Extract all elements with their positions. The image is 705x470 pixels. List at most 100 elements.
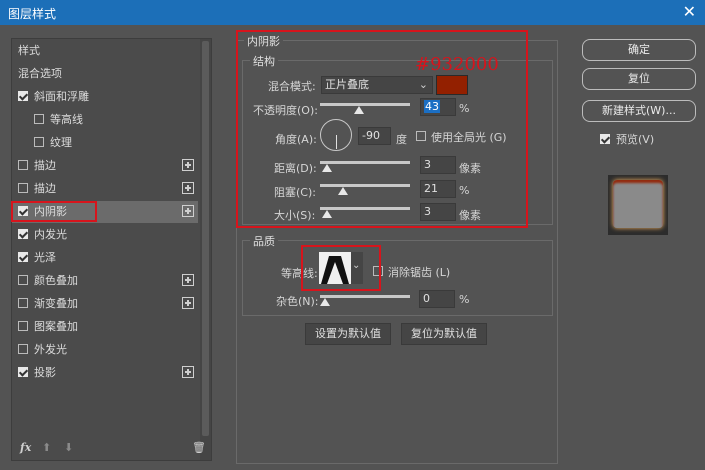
- style-checkbox[interactable]: [18, 298, 28, 308]
- inner-shadow-title: 内阴影: [244, 33, 283, 49]
- style-item[interactable]: 外发光: [12, 339, 198, 361]
- style-item-label: 投影: [34, 366, 56, 379]
- style-checkbox[interactable]: [18, 367, 28, 377]
- global-light-label: 使用全局光 (G): [431, 131, 507, 144]
- style-item-label: 混合选项: [18, 67, 62, 80]
- style-item[interactable]: 斜面和浮雕: [12, 86, 198, 108]
- preview-label: 预览(V): [616, 133, 655, 146]
- styles-footer: fx ⬆ ⬇ 🗑: [12, 438, 206, 460]
- choke-unit: %: [459, 184, 470, 197]
- style-checkbox[interactable]: [34, 114, 44, 124]
- new-style-button[interactable]: 新建样式(W)...: [582, 100, 696, 122]
- opacity-slider-thumb[interactable]: [353, 106, 364, 114]
- antialias-checkbox[interactable]: [373, 266, 383, 276]
- style-item[interactable]: 描边: [12, 155, 198, 177]
- add-instance-icon[interactable]: [182, 159, 194, 171]
- style-checkbox[interactable]: [18, 229, 28, 239]
- style-item-label: 图案叠加: [34, 320, 78, 333]
- style-checkbox[interactable]: [18, 206, 28, 216]
- contour-picker[interactable]: ⌄: [319, 252, 363, 284]
- add-instance-icon[interactable]: [182, 366, 194, 378]
- size-unit: 像素: [459, 209, 481, 222]
- style-item[interactable]: 内阴影: [12, 201, 198, 223]
- size-input[interactable]: 3: [420, 203, 456, 221]
- blend-mode-select[interactable]: 正片叠底 ⌄: [321, 76, 433, 94]
- style-item-label: 等高线: [50, 113, 83, 126]
- choke-input[interactable]: 21: [420, 180, 456, 198]
- choke-label: 阻塞(C):: [274, 186, 316, 199]
- noise-slider-track[interactable]: [320, 295, 410, 298]
- contour-dropdown-button[interactable]: ⌄: [351, 252, 363, 284]
- style-checkbox[interactable]: [18, 160, 28, 170]
- move-up-icon[interactable]: ⬆: [42, 441, 51, 454]
- fx-icon[interactable]: fx: [20, 441, 31, 454]
- style-item-label: 外发光: [34, 343, 67, 356]
- distance-input[interactable]: 3: [420, 156, 456, 174]
- style-item[interactable]: 等高线: [12, 109, 198, 131]
- window-title: 图层样式: [8, 7, 57, 21]
- styles-scrollbar[interactable]: [200, 39, 211, 460]
- style-item[interactable]: 图案叠加: [12, 316, 198, 338]
- reset-button[interactable]: 复位: [582, 68, 696, 90]
- set-default-button[interactable]: 设置为默认值: [305, 323, 391, 345]
- distance-unit: 像素: [459, 162, 481, 175]
- contour-preview: [319, 252, 351, 284]
- style-checkbox[interactable]: [18, 252, 28, 262]
- scroll-thumb[interactable]: [202, 41, 209, 436]
- distance-slider-track[interactable]: [320, 161, 410, 164]
- opacity-slider-track[interactable]: [320, 103, 410, 106]
- add-instance-icon[interactable]: [182, 182, 194, 194]
- angle-dial[interactable]: [320, 119, 352, 151]
- distance-value: 3: [424, 158, 431, 171]
- add-instance-icon[interactable]: [182, 205, 194, 217]
- style-checkbox[interactable]: [18, 344, 28, 354]
- style-item[interactable]: 混合选项: [12, 63, 198, 85]
- style-item-label: 光泽: [34, 251, 56, 264]
- distance-slider-thumb[interactable]: [322, 164, 332, 172]
- opacity-value: 43: [424, 100, 440, 113]
- size-slider-thumb[interactable]: [322, 210, 332, 218]
- annotation-color-text: #932000: [415, 54, 499, 75]
- style-item[interactable]: 渐变叠加: [12, 293, 198, 315]
- style-item[interactable]: 纹理: [12, 132, 198, 154]
- choke-slider-track[interactable]: [320, 184, 410, 187]
- reset-default-button[interactable]: 复位为默认值: [401, 323, 487, 345]
- style-checkbox[interactable]: [18, 321, 28, 331]
- style-preview: [608, 175, 668, 235]
- style-checkbox[interactable]: [34, 137, 44, 147]
- style-item[interactable]: 投影: [12, 362, 198, 384]
- style-checkbox[interactable]: [18, 183, 28, 193]
- style-item-label: 内发光: [34, 228, 67, 241]
- ok-button[interactable]: 确定: [582, 39, 696, 61]
- style-item-label: 颜色叠加: [34, 274, 78, 287]
- chevron-down-icon: ⌄: [418, 78, 428, 91]
- global-light-checkbox[interactable]: [416, 131, 426, 141]
- close-icon[interactable]: ✕: [683, 2, 696, 21]
- quality-title: 品质: [250, 233, 278, 249]
- size-slider-track[interactable]: [320, 207, 410, 210]
- style-checkbox[interactable]: [18, 275, 28, 285]
- style-item[interactable]: 内发光: [12, 224, 198, 246]
- opacity-input[interactable]: 43: [420, 98, 456, 116]
- style-item-label: 描边: [34, 182, 56, 195]
- style-item[interactable]: 光泽: [12, 247, 198, 269]
- style-item[interactable]: 样式: [12, 40, 198, 62]
- style-checkbox[interactable]: [18, 91, 28, 101]
- angle-value: -90: [362, 129, 380, 142]
- style-item-label: 描边: [34, 159, 56, 172]
- shadow-color-swatch[interactable]: [436, 75, 468, 95]
- style-item[interactable]: 描边: [12, 178, 198, 200]
- preview-checkbox[interactable]: [600, 134, 610, 144]
- preview-tile: [613, 180, 663, 228]
- choke-slider-thumb[interactable]: [338, 187, 348, 195]
- style-item-label: 样式: [18, 44, 40, 57]
- style-item[interactable]: 颜色叠加: [12, 270, 198, 292]
- add-instance-icon[interactable]: [182, 297, 194, 309]
- noise-input[interactable]: 0: [419, 290, 455, 308]
- style-item-label: 渐变叠加: [34, 297, 78, 310]
- add-instance-icon[interactable]: [182, 274, 194, 286]
- trash-icon[interactable]: 🗑: [192, 441, 206, 454]
- move-down-icon[interactable]: ⬇: [64, 441, 73, 454]
- noise-slider-thumb[interactable]: [320, 298, 330, 306]
- angle-input[interactable]: -90: [358, 127, 391, 145]
